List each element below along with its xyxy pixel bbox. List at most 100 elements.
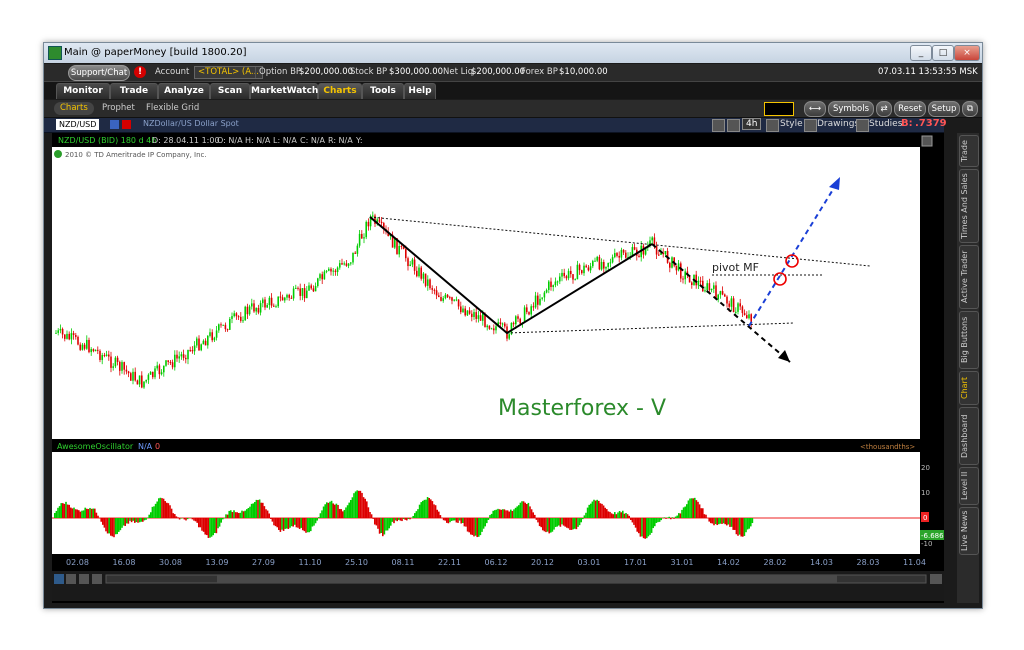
- osc-bar: [308, 518, 310, 533]
- forex-bp-label: Forex BP: [521, 67, 558, 77]
- subtab-flexible-grid[interactable]: Flexible Grid: [146, 102, 199, 115]
- symbol-input[interactable]: NZD/USD: [56, 119, 100, 130]
- candle-body: [319, 274, 321, 279]
- osc-bar: [372, 518, 374, 519]
- osc-value: -6.6865: [921, 532, 944, 540]
- tab-monitor[interactable]: Monitor: [56, 83, 110, 99]
- osc-bar: [119, 518, 122, 531]
- style-button[interactable]: Style: [780, 119, 803, 129]
- scroll-right-icon[interactable]: [930, 574, 942, 584]
- subtab-charts[interactable]: Charts: [54, 102, 94, 115]
- account-select[interactable]: <TOTAL> (A...: [194, 66, 263, 79]
- drawing-tool-icon[interactable]: [712, 119, 725, 132]
- crosshair-icon[interactable]: [727, 119, 740, 132]
- pointer-icon[interactable]: [92, 574, 102, 584]
- alert-icon[interactable]: !: [134, 66, 146, 78]
- close-button[interactable]: ×: [954, 45, 980, 61]
- reset-button[interactable]: Reset: [894, 101, 926, 117]
- subtab-prophet[interactable]: Prophet: [102, 102, 135, 115]
- style-icon[interactable]: [766, 119, 779, 132]
- osc-bar: [431, 501, 434, 518]
- candle-body: [152, 371, 154, 378]
- symbol-dropdown-icon[interactable]: [110, 120, 119, 129]
- drawings-button[interactable]: Drawings: [817, 119, 859, 129]
- price-chart[interactable]: NZD/USD (BID) 180 d 4h D: 28.04.11 1:00 …: [52, 133, 948, 603]
- price-pane[interactable]: [52, 147, 920, 439]
- osc-bar: [294, 518, 296, 525]
- back-forward-icon[interactable]: ⇄: [876, 101, 892, 117]
- watermark-text: Masterforex - V: [498, 396, 666, 421]
- osc-bar: [377, 518, 379, 529]
- candle-body: [314, 286, 317, 292]
- tab-marketwatch[interactable]: MarketWatch: [250, 83, 318, 99]
- expand-icon[interactable]: [921, 135, 933, 147]
- info-icon[interactable]: [54, 150, 62, 158]
- link-icon[interactable]: ⟷: [804, 101, 826, 117]
- support-chat-button[interactable]: Support/Chat: [68, 65, 130, 81]
- tab-tools[interactable]: Tools: [362, 83, 404, 99]
- candle-body: [105, 354, 108, 356]
- sidetab-chart[interactable]: Chart: [959, 371, 979, 405]
- candle-body: [398, 246, 400, 255]
- candle-body: [490, 328, 493, 330]
- sidetab-times-and-sales[interactable]: Times And Sales: [959, 169, 979, 243]
- osc-bar: [345, 507, 347, 518]
- osc-bar: [159, 497, 162, 518]
- color-swatch[interactable]: [764, 102, 794, 116]
- candle-body: [554, 281, 557, 286]
- candle-body: [581, 270, 583, 274]
- osc-bar: [156, 501, 158, 518]
- sidetab-trade[interactable]: Trade: [959, 135, 979, 167]
- chart-area[interactable]: NZD/USD (BID) 180 d 4h D: 28.04.11 1:00 …: [52, 133, 948, 603]
- drawings-icon[interactable]: [804, 119, 817, 132]
- tab-scan[interactable]: Scan: [210, 83, 250, 99]
- sidetab-active-trader[interactable]: Active Trader: [959, 245, 979, 309]
- studies-button[interactable]: Studies: [869, 119, 902, 129]
- detach-icon[interactable]: ⧉: [962, 101, 978, 117]
- minimize-button[interactable]: _: [910, 45, 932, 61]
- pan-icon[interactable]: [66, 574, 76, 584]
- tab-analyze[interactable]: Analyze: [158, 83, 210, 99]
- oscillator-pane[interactable]: [52, 452, 920, 554]
- tab-charts[interactable]: Charts: [318, 83, 362, 99]
- osc-bar: [103, 518, 106, 528]
- x-axis-label: 27.09: [252, 558, 275, 567]
- maximize-button[interactable]: □: [932, 45, 954, 61]
- osc-bar: [346, 505, 349, 518]
- candle-body: [519, 318, 521, 324]
- symbols-button[interactable]: Symbols: [828, 101, 874, 117]
- candle-body: [677, 263, 680, 271]
- candle-body: [431, 288, 433, 290]
- osc-bar: [617, 512, 619, 518]
- osc-bar: [279, 518, 282, 532]
- sidetab-dashboard[interactable]: Dashboard: [959, 407, 979, 465]
- osc-bar: [657, 518, 659, 523]
- tab-trade[interactable]: Trade: [110, 83, 158, 99]
- candle-body: [248, 306, 251, 315]
- scrollbar-thumb[interactable]: [217, 575, 837, 583]
- osc-bar: [545, 518, 547, 533]
- flag-icon[interactable]: [122, 120, 131, 129]
- candle-body: [622, 249, 625, 253]
- studies-icon[interactable]: [856, 119, 869, 132]
- candle-body: [218, 324, 220, 331]
- sidetab-level-ii[interactable]: Level II: [959, 467, 979, 505]
- candle-body: [354, 252, 356, 254]
- timeframe-select[interactable]: 4h: [742, 118, 762, 130]
- candle-body: [127, 371, 130, 374]
- tab-help[interactable]: Help: [404, 83, 436, 99]
- setup-button[interactable]: Setup: [928, 101, 960, 117]
- osc-bar: [718, 518, 720, 525]
- osc-bar: [569, 518, 571, 530]
- zoom-icon[interactable]: [54, 574, 64, 584]
- osc-bar: [726, 518, 728, 526]
- reset-zoom-icon[interactable]: [79, 574, 89, 584]
- candle-body: [64, 334, 66, 339]
- osc-bar: [130, 518, 133, 523]
- candle-body: [453, 299, 455, 301]
- candle-body: [240, 316, 242, 321]
- candle-body: [682, 278, 684, 280]
- sidetab-big-buttons[interactable]: Big Buttons: [959, 311, 979, 369]
- candle-body: [70, 333, 73, 340]
- sidetab-live-news[interactable]: Live News: [959, 507, 979, 555]
